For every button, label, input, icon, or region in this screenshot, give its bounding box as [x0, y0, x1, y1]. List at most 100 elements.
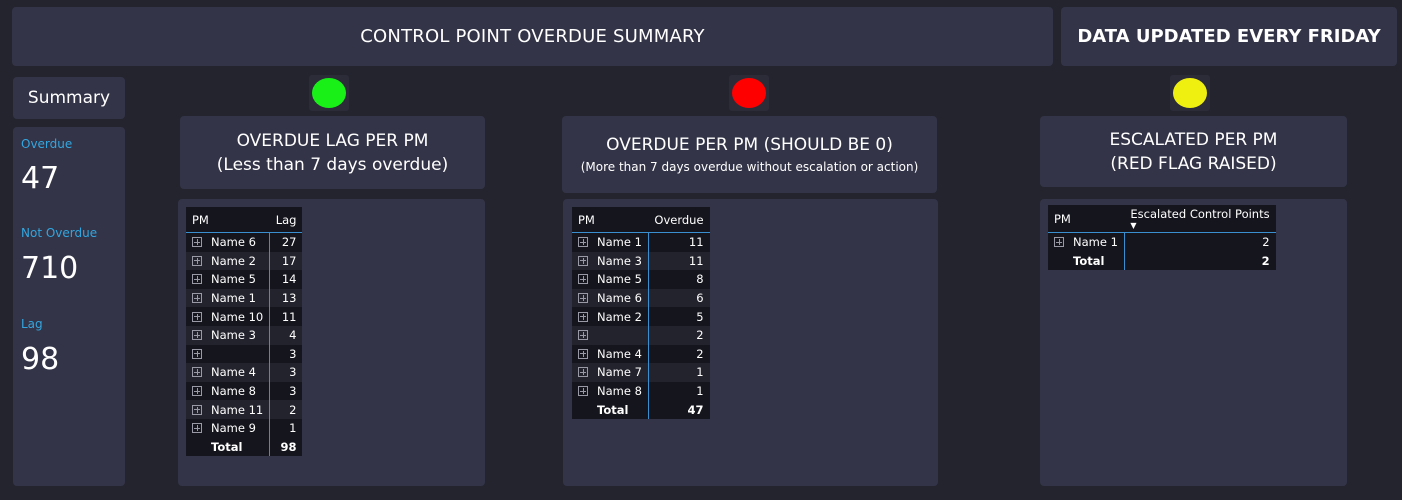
expand-plus-icon[interactable]	[192, 293, 202, 304]
row-pm-name: Name 5	[211, 272, 256, 287]
table-row[interactable]: Name 2 17	[186, 251, 303, 271]
kpi-lag-value: 98	[21, 342, 60, 377]
table-total-row: Total 2	[1048, 251, 1276, 271]
total-value: 2	[1123, 251, 1276, 271]
expand-plus-icon[interactable]	[1054, 237, 1064, 248]
row-pm-name: Name 1	[211, 291, 256, 306]
expand-plus-icon[interactable]	[192, 404, 202, 415]
update-note: DATA UPDATED EVERY FRIDAY	[1061, 7, 1397, 66]
row-pm-name: Name 4	[597, 346, 642, 361]
row-value-cell: 11	[647, 232, 710, 252]
expand-plus-icon[interactable]	[578, 367, 588, 378]
table-row[interactable]: Name 1 11	[572, 232, 710, 252]
table-row[interactable]: Name 3 4	[186, 325, 303, 345]
row-pm-cell: Name 5	[186, 270, 270, 289]
col-header-escalated[interactable]: Escalated Control Points ▼	[1124, 205, 1276, 233]
row-pm-cell: Name 5	[572, 270, 648, 289]
row-value-cell: 27	[269, 232, 303, 252]
row-value-cell: 1	[269, 418, 303, 438]
row-pm-cell: Name 8	[186, 382, 270, 401]
row-pm-name: Name 8	[597, 384, 642, 399]
row-pm-cell: Name 9	[186, 419, 270, 438]
expand-plus-icon[interactable]	[192, 367, 202, 378]
row-pm-name: Name 3	[211, 328, 256, 343]
row-pm-cell: Name 10	[186, 307, 270, 326]
row-pm-name: Name 1	[597, 235, 642, 250]
row-pm-cell: Name 1	[572, 233, 648, 252]
row-pm-name: Name 4	[211, 365, 256, 380]
expand-plus-icon[interactable]	[578, 311, 588, 322]
expand-plus-icon[interactable]	[192, 386, 202, 397]
escalated-table-panel: PM Escalated Control Points ▼ Name 1 2 Tot…	[1040, 199, 1347, 486]
overdue-panel-title: OVERDUE PER PM (SHOULD BE 0)	[606, 135, 893, 155]
row-value-cell: 17	[269, 251, 303, 271]
expand-plus-icon[interactable]	[192, 274, 202, 285]
table-row[interactable]: Name 11 2	[186, 400, 303, 419]
row-pm-cell: Name 11	[186, 400, 270, 419]
kpi-overdue-value: 47	[21, 161, 60, 196]
expand-plus-icon[interactable]	[578, 330, 588, 341]
expand-plus-icon[interactable]	[578, 237, 588, 248]
expand-plus-icon[interactable]	[578, 274, 588, 285]
row-pm-cell: Name 1	[1048, 233, 1124, 252]
row-value-cell: 2	[269, 400, 303, 419]
row-value-cell: 3	[269, 363, 303, 382]
table-row[interactable]: Name 2 5	[572, 307, 710, 326]
row-pm-cell: Name 6	[572, 288, 649, 308]
overdue-panel-subtitle: (More than 7 days overdue without escala…	[580, 160, 919, 174]
summary-label: Summary	[13, 77, 125, 119]
status-light-yellow	[1170, 75, 1210, 111]
green-circle-icon	[312, 78, 346, 108]
lag-panel-subtitle: (Less than 7 days overdue)	[216, 154, 449, 175]
row-value-cell: 11	[647, 251, 710, 271]
expand-plus-icon[interactable]	[192, 423, 202, 434]
col-header-overdue[interactable]: Overdue	[648, 207, 710, 233]
expand-plus-icon[interactable]	[192, 348, 202, 359]
total-value: 47	[647, 400, 710, 419]
table-row[interactable]: Name 6 27	[186, 232, 303, 252]
row-pm-cell: Name 8	[572, 382, 648, 401]
table-row[interactable]: Name 8 3	[186, 381, 303, 401]
row-pm-name: Name 7	[597, 365, 642, 380]
table-row[interactable]: Name 4 3	[186, 363, 303, 382]
escalated-table: PM Escalated Control Points ▼ Name 1 2 Tot…	[1048, 205, 1276, 271]
row-value-cell: 3	[269, 344, 303, 364]
col-header-pm[interactable]: PM	[572, 207, 649, 233]
expand-plus-icon[interactable]	[192, 237, 202, 248]
lag-table: PM Lag Name 6 27 Name 2 17 Name 5 14 Name 1 13 N…	[186, 207, 303, 457]
table-row[interactable]: Name 10 11	[186, 307, 303, 326]
table-row[interactable]: Name 6 6	[572, 288, 710, 308]
row-value-cell: 2	[647, 325, 710, 345]
kpi-lag-label: Lag	[21, 317, 43, 331]
col-header-lag[interactable]: Lag	[269, 207, 303, 233]
expand-plus-icon[interactable]	[578, 348, 588, 359]
row-pm-name: Name 2	[211, 253, 256, 268]
expand-plus-icon[interactable]	[192, 255, 202, 266]
table-row[interactable]: 2	[572, 325, 710, 345]
table-row[interactable]: 3	[186, 344, 303, 364]
table-row[interactable]: Name 5 8	[572, 270, 710, 289]
status-light-red	[729, 75, 769, 111]
table-row[interactable]: Name 4 2	[572, 344, 710, 364]
table-row[interactable]: Name 9 1	[186, 418, 303, 438]
col-header-pm[interactable]: PM	[1048, 205, 1125, 233]
table-row[interactable]: Name 5 14	[186, 270, 303, 289]
table-row[interactable]: Name 1 13	[186, 288, 303, 308]
kpi-overdue-label: Overdue	[21, 137, 73, 151]
expand-plus-icon[interactable]	[578, 293, 588, 304]
expand-plus-icon[interactable]	[578, 255, 588, 266]
row-pm-name: Name 5	[597, 272, 642, 287]
kpi-not-overdue-value: 710	[21, 251, 79, 286]
table-row[interactable]: Name 8 1	[572, 381, 710, 401]
table-total-row: Total 47	[572, 400, 710, 419]
escalated-panel-title: ESCALATED PER PM	[1109, 129, 1278, 150]
expand-plus-icon[interactable]	[192, 311, 202, 322]
expand-plus-icon[interactable]	[578, 386, 588, 397]
table-row[interactable]: Name 7 1	[572, 363, 710, 382]
col-header-pm[interactable]: PM	[186, 207, 270, 233]
table-row[interactable]: Name 1 2	[1048, 232, 1276, 252]
table-row[interactable]: Name 3 11	[572, 251, 710, 271]
row-pm-cell: Name 1	[186, 288, 270, 308]
sort-descending-icon[interactable]: ▼	[1130, 222, 1269, 230]
expand-plus-icon[interactable]	[192, 330, 202, 341]
